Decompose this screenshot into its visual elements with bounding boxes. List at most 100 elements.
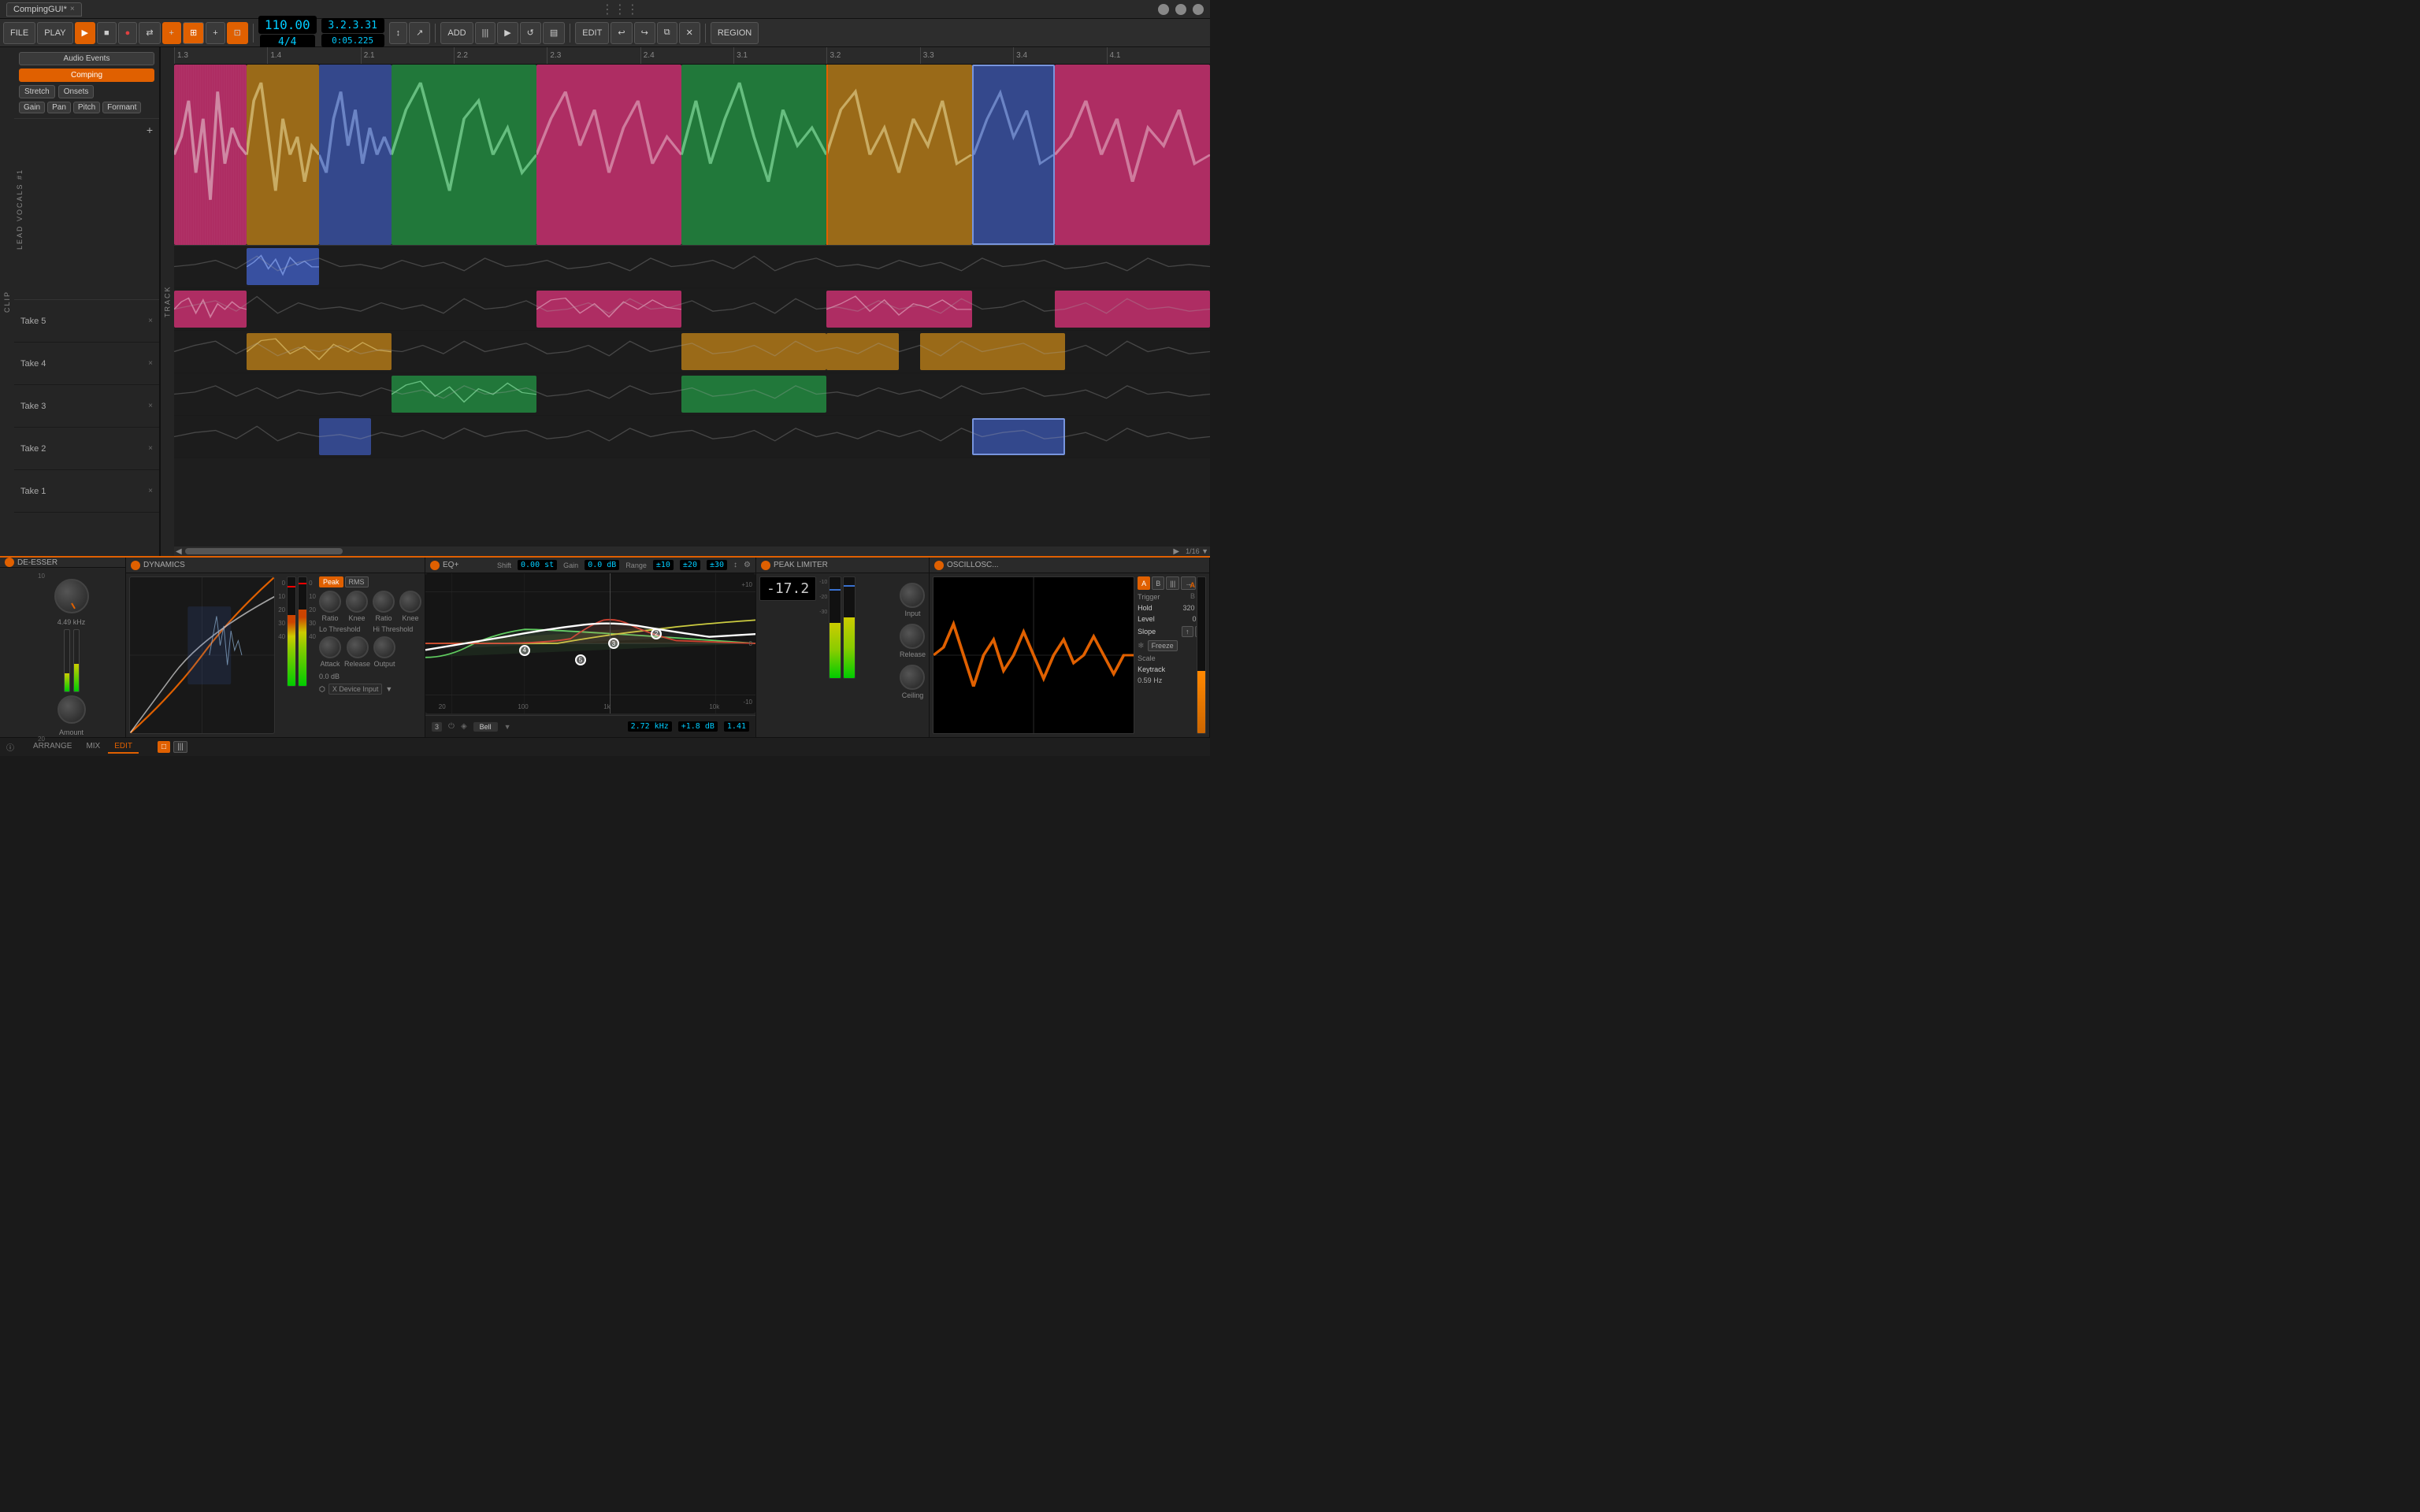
bell-selector[interactable]: Bell — [473, 722, 498, 732]
horizontal-scrollbar[interactable]: ◀ ▶ 1/16 ▼ — [174, 547, 1210, 556]
take3-close[interactable]: × — [148, 402, 153, 410]
copy-btn[interactable]: ⧉ — [657, 22, 677, 44]
record-mode-button[interactable]: ⊡ — [227, 22, 248, 44]
eq-graph[interactable]: 4 5 3 2 +10 0 -10 20 100 1k 10k — [425, 573, 755, 713]
maximize-button[interactable] — [1193, 4, 1204, 15]
oscilloscope-power[interactable] — [934, 561, 944, 570]
comp-clip-gold1[interactable] — [247, 65, 319, 245]
comp-clip-green1[interactable] — [392, 65, 536, 245]
loop-button[interactable]: ⇄ — [139, 22, 160, 44]
position-display[interactable]: 3.2.3.31 — [321, 18, 384, 33]
view-btn-1[interactable]: □ — [158, 741, 170, 753]
play-button[interactable]: ▶ — [75, 22, 95, 44]
sync-btn[interactable]: ↕ — [389, 22, 408, 44]
osc-a-btn[interactable]: A — [1138, 576, 1150, 590]
gain-button[interactable]: Gain — [19, 102, 45, 113]
de-esser-freq-knob[interactable] — [54, 579, 89, 613]
ratio1-knob[interactable] — [319, 591, 341, 613]
de-esser-power[interactable] — [5, 558, 14, 567]
take5-close[interactable]: × — [148, 317, 153, 325]
comp-clip-pink2[interactable] — [536, 65, 681, 245]
input-label[interactable]: X Device Input — [328, 684, 383, 695]
folder-btn[interactable]: ▤ — [543, 22, 565, 44]
play-label-button[interactable]: PLAY — [37, 22, 72, 44]
region-button[interactable]: REGION — [711, 22, 759, 44]
dynamics-power[interactable] — [131, 561, 140, 570]
comp-clip-gold2[interactable] — [826, 65, 971, 245]
osc-b-btn[interactable]: B — [1152, 576, 1164, 590]
eq-q-display[interactable]: 1.41 — [724, 721, 749, 732]
bell-dropdown[interactable]: ▼ — [504, 723, 511, 731]
scroll-right-btn[interactable]: ▶ — [1173, 547, 1179, 556]
take4-close[interactable]: × — [148, 359, 153, 368]
delete-btn[interactable]: ✕ — [679, 22, 700, 44]
take2-row[interactable] — [174, 373, 1210, 416]
range-30[interactable]: ±30 — [707, 560, 727, 570]
bpm-display[interactable]: 110.00 — [258, 16, 317, 34]
de-esser-amount-knob[interactable] — [58, 695, 86, 724]
comping-button[interactable]: Comping — [19, 69, 154, 82]
slope-up-btn[interactable]: ↑ — [1182, 626, 1193, 637]
stutter-btn[interactable]: ||| — [475, 22, 496, 44]
eq-settings-btn[interactable]: ⚙ — [744, 561, 751, 569]
scale-value[interactable]: 0.59 Hz — [1138, 676, 1162, 684]
pan-button[interactable]: Pan — [47, 102, 71, 113]
scrollbar-thumb[interactable] — [185, 548, 343, 554]
ceiling-knob[interactable] — [900, 665, 925, 690]
attack-knob[interactable] — [319, 636, 341, 658]
comp-clip-green2[interactable] — [681, 65, 826, 245]
peak-button[interactable]: Peak — [319, 576, 343, 587]
ratio2-knob[interactable] — [373, 591, 395, 613]
eq-power[interactable] — [430, 561, 440, 570]
rms-button[interactable]: RMS — [345, 576, 369, 587]
output-knob[interactable] — [373, 636, 395, 658]
eq-band-2[interactable]: 2 — [651, 628, 662, 639]
audio-events-button[interactable]: Audio Events — [19, 52, 154, 65]
stretch-button[interactable]: Stretch — [19, 85, 55, 98]
comp-clip-blue1[interactable] — [319, 65, 392, 245]
limiter-release-knob[interactable] — [900, 624, 925, 649]
knee2-knob[interactable] — [399, 591, 421, 613]
take3-row[interactable] — [174, 331, 1210, 373]
eq-gain-band-display[interactable]: +1.8 dB — [678, 721, 718, 732]
knee1-knob[interactable] — [346, 591, 368, 613]
eq-band-4[interactable]: 4 — [519, 645, 530, 656]
range-value[interactable]: ±10 — [653, 560, 674, 570]
take2-close[interactable]: × — [148, 444, 153, 453]
view-btn-2[interactable]: ||| — [173, 741, 187, 753]
eq-freq-display[interactable]: 2.72 kHz — [628, 721, 672, 732]
take4-row[interactable] — [174, 288, 1210, 331]
close-button[interactable] — [1158, 4, 1169, 15]
arrow-btn[interactable]: ↗ — [409, 22, 430, 44]
band-solo-icon[interactable]: ◈ — [461, 722, 467, 731]
scroll-left-btn[interactable]: ◀ — [176, 547, 182, 556]
stop-button[interactable]: ■ — [97, 22, 117, 44]
comp-button[interactable]: ⊞ — [183, 22, 204, 44]
band-power-icon[interactable]: ⏻ — [448, 722, 455, 731]
file-button[interactable]: FILE — [3, 22, 35, 44]
band-number[interactable]: 3 — [432, 722, 442, 732]
minimize-button[interactable] — [1175, 4, 1186, 15]
app-tab[interactable]: CompingGUI* × — [6, 2, 82, 17]
add-track-icon[interactable]: + — [147, 124, 153, 136]
eq-band-3[interactable]: 3 — [608, 638, 619, 649]
comp-track[interactable] — [174, 65, 1210, 246]
add-event-button[interactable]: ADD — [440, 22, 473, 44]
osc-bars-btn[interactable]: ||| — [1166, 576, 1179, 590]
comp-clip-blue2[interactable] — [972, 65, 1055, 245]
dynamics-release-knob[interactable] — [347, 636, 369, 658]
dynamics-graph[interactable] — [129, 576, 275, 734]
comp-clip-pink1[interactable] — [174, 65, 247, 245]
redo-btn[interactable]: ↪ — [634, 22, 655, 44]
freeze-button[interactable]: Freeze — [1148, 640, 1178, 651]
comp-clip-pink3[interactable] — [1055, 65, 1210, 245]
eq-band-5[interactable]: 5 — [575, 654, 586, 665]
edit-button[interactable]: EDIT — [575, 22, 609, 44]
eq-gain-value[interactable]: 0.0 dB — [585, 560, 619, 570]
input-knob[interactable] — [900, 583, 925, 608]
play2-btn[interactable]: ▶ — [497, 22, 518, 44]
take1-close[interactable]: × — [148, 487, 153, 495]
shift-value[interactable]: 0.00 st — [518, 560, 557, 570]
pitch-button[interactable]: Pitch — [73, 102, 100, 113]
add-button[interactable]: + — [162, 22, 181, 44]
